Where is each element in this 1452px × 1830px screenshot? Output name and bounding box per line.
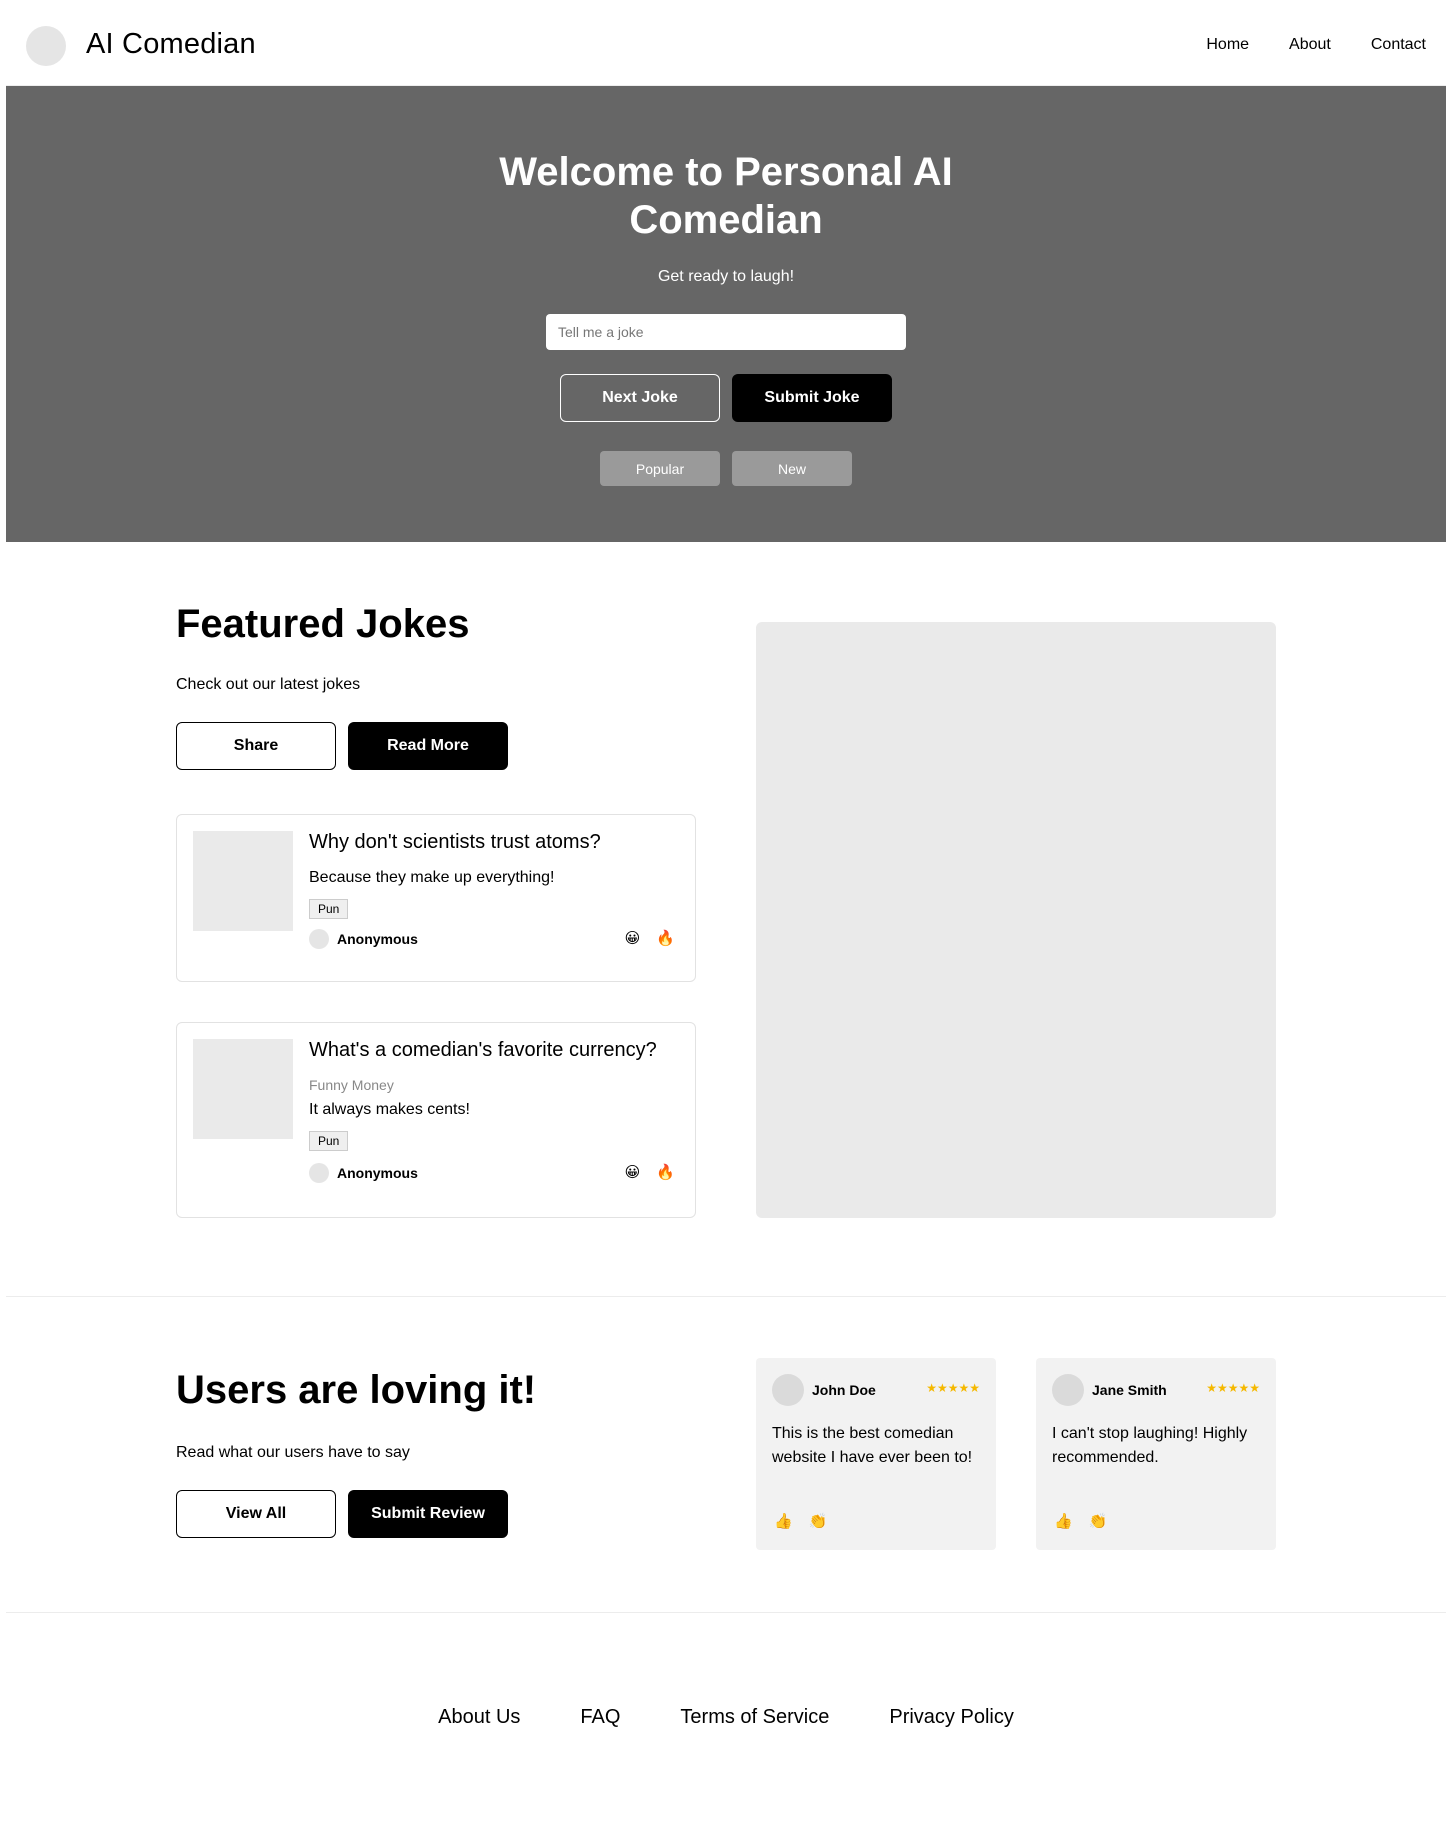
read-more-button[interactable]: Read More <box>348 722 508 770</box>
clap-icon[interactable]: 👏 <box>1089 1512 1108 1530</box>
testimonials-subtitle: Read what our users have to say <box>176 1444 410 1461</box>
review-text: I can't stop laughing! Highly recommende… <box>1052 1425 1248 1466</box>
clap-icon[interactable]: 👏 <box>809 1512 828 1530</box>
site-header: AI Comedian Home About Contact <box>6 6 1446 86</box>
joke-reactions: 😀 🔥 <box>625 1163 675 1181</box>
review-actions: 👍 👏 <box>1054 1512 1107 1530</box>
joke-answer: Because they make up everything! <box>309 869 555 886</box>
joke-reactions: 😀 🔥 <box>625 929 675 947</box>
fire-emoji-icon[interactable]: 🔥 <box>656 929 675 947</box>
joke-card[interactable]: What's a comedian's favorite currency? F… <box>176 1022 696 1218</box>
hero-subtitle: Get ready to laugh! <box>657 268 795 285</box>
footer-link-terms[interactable]: Terms of Service <box>680 1706 829 1729</box>
nav-link-home[interactable]: Home <box>1206 36 1249 54</box>
reviewer-name: John Doe <box>812 1382 876 1398</box>
joke-tag[interactable]: Pun <box>309 899 349 919</box>
logo-icon[interactable] <box>26 26 66 66</box>
filter-popular-button[interactable]: Popular <box>600 451 720 486</box>
laugh-emoji-icon[interactable]: 😀 <box>625 929 641 947</box>
joke-author: Anonymous <box>309 929 418 949</box>
next-joke-button[interactable]: Next Joke <box>560 374 720 422</box>
nav-link-about[interactable]: About <box>1289 36 1331 54</box>
review-card: Jane Smith ★★★★★ I can't stop laughing! … <box>1036 1358 1276 1550</box>
section-divider <box>6 1612 1446 1613</box>
thumbs-up-icon[interactable]: 👍 <box>774 1512 793 1530</box>
share-button[interactable]: Share <box>176 722 336 770</box>
author-name: Anonymous <box>337 1165 418 1181</box>
joke-answer: It always makes cents! <box>309 1101 470 1118</box>
joke-tag[interactable]: Pun <box>309 1131 349 1151</box>
joke-input[interactable] <box>546 314 906 350</box>
joke-meta: Funny Money <box>309 1077 394 1093</box>
page: AI Comedian Home About Contact Welcome t… <box>6 6 1446 1824</box>
testimonials-title: Users are loving it! <box>176 1368 537 1412</box>
reviewer-avatar <box>772 1374 804 1406</box>
author-name: Anonymous <box>337 931 418 947</box>
section-divider <box>6 1296 1446 1297</box>
fire-emoji-icon[interactable]: 🔥 <box>656 1163 675 1181</box>
joke-image <box>193 831 293 931</box>
author-avatar <box>309 1163 329 1183</box>
main-nav: Home About Contact <box>1206 36 1426 54</box>
review-text: This is the best comedian website I have… <box>772 1425 973 1466</box>
footer-link-faq[interactable]: FAQ <box>580 1706 620 1729</box>
star-rating-icon: ★★★★★ <box>926 1381 980 1395</box>
hero-section: Welcome to Personal AI Comedian Get read… <box>6 86 1446 542</box>
featured-title: Featured Jokes <box>176 602 470 646</box>
joke-question: What's a comedian's favorite currency? <box>309 1039 657 1061</box>
reviewer-avatar <box>1052 1374 1084 1406</box>
review-actions: 👍 👏 <box>774 1512 827 1530</box>
review-card: John Doe ★★★★★ This is the best comedian… <box>756 1358 996 1550</box>
site-footer: About Us FAQ Terms of Service Privacy Po… <box>6 1706 1446 1729</box>
thumbs-up-icon[interactable]: 👍 <box>1054 1512 1073 1530</box>
author-avatar <box>309 929 329 949</box>
joke-question: Why don't scientists trust atoms? <box>309 831 601 853</box>
joke-image <box>193 1039 293 1139</box>
featured-subtitle: Check out our latest jokes <box>176 676 361 693</box>
nav-link-contact[interactable]: Contact <box>1371 36 1426 54</box>
brand-name[interactable]: AI Comedian <box>86 28 256 61</box>
reviewer-name: Jane Smith <box>1092 1382 1167 1398</box>
view-all-button[interactable]: View All <box>176 1490 336 1538</box>
footer-link-privacy[interactable]: Privacy Policy <box>889 1706 1013 1729</box>
submit-review-button[interactable]: Submit Review <box>348 1490 508 1538</box>
laugh-emoji-icon[interactable]: 😀 <box>625 1163 641 1181</box>
joke-author: Anonymous <box>309 1163 418 1183</box>
filter-new-button[interactable]: New <box>732 451 852 486</box>
hero-title: Welcome to Personal AI Comedian <box>499 150 953 242</box>
featured-image-placeholder <box>756 622 1276 1218</box>
joke-card[interactable]: Why don't scientists trust atoms? Becaus… <box>176 814 696 982</box>
footer-link-about-us[interactable]: About Us <box>438 1706 520 1729</box>
star-rating-icon: ★★★★★ <box>1206 1381 1260 1395</box>
submit-joke-button[interactable]: Submit Joke <box>732 374 892 422</box>
